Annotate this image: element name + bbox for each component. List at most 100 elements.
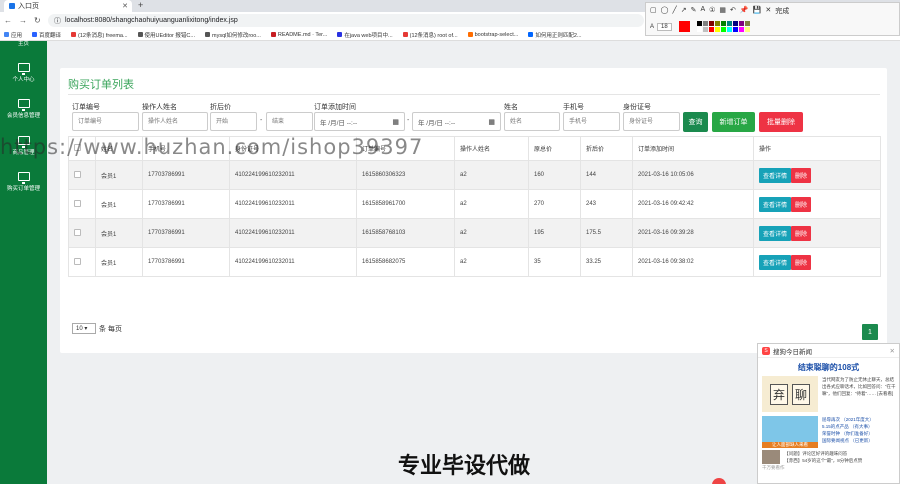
add-order-button[interactable]: 新增订单 [712, 112, 755, 132]
news-list-item[interactable]: 屈辱再次 （2021年度大） [822, 416, 898, 423]
sidebar-item-members[interactable]: 会员信息管理 [0, 99, 47, 119]
cell-total: 195 [528, 218, 581, 248]
delete-button[interactable]: 删除 [791, 167, 812, 183]
page-1-button[interactable]: 1 [862, 324, 878, 340]
color-swatch[interactable] [720, 27, 726, 32]
text-tool-icon[interactable]: A [700, 6, 705, 16]
arrow-tool-icon[interactable]: ↗ [681, 6, 687, 16]
save-icon[interactable]: 💾 [753, 6, 762, 16]
news-ad-image[interactable]: 让人面部缺人来看 [762, 416, 818, 448]
order-no-input[interactable] [72, 112, 139, 131]
cell-time: 2021-03-16 09:38:02 [632, 247, 754, 277]
view-details-button[interactable]: 查看详情 [759, 167, 792, 183]
calendar-icon[interactable]: ▦ [392, 118, 399, 126]
tab-close-icon[interactable]: ✕ [122, 2, 128, 10]
row-checkbox[interactable] [74, 199, 81, 207]
reload-icon[interactable]: ↻ [34, 16, 41, 25]
view-details-button[interactable]: 查看详情 [759, 225, 792, 241]
idcard-input[interactable] [623, 112, 680, 131]
row-select-cell[interactable] [68, 189, 96, 219]
new-tab-button[interactable]: + [138, 0, 143, 11]
font-size-select[interactable]: 18 [657, 22, 672, 31]
search-button[interactable]: 查询 [683, 112, 708, 132]
color-swatch[interactable] [738, 27, 744, 32]
delete-button[interactable]: 删除 [791, 225, 812, 241]
back-icon[interactable]: ← [4, 16, 12, 25]
phone-input[interactable] [563, 112, 620, 131]
line-tool-icon[interactable]: ╱ [672, 6, 676, 16]
undo-icon[interactable]: ↶ [730, 6, 736, 16]
delete-button[interactable]: 删除 [791, 196, 812, 212]
color-swatch[interactable] [726, 27, 732, 32]
color-swatch[interactable] [702, 27, 708, 32]
row-checkbox[interactable] [74, 170, 81, 178]
color-swatch[interactable] [732, 27, 738, 32]
news-list-item[interactable]: 荣誉时钟 （你们准备好） [822, 430, 898, 437]
bookmark-item[interactable]: 百度翻译 [32, 31, 61, 39]
pen-tool-icon[interactable]: ✎ [691, 6, 697, 16]
browser-tab[interactable]: 入口页 ✕ [4, 0, 132, 12]
news-list-item[interactable]: 5.15的点产品 （有大事） [822, 423, 898, 430]
name-input[interactable] [504, 112, 560, 131]
delete-button[interactable]: 删除 [791, 254, 812, 270]
view-details-button[interactable]: 查看详情 [759, 196, 792, 212]
color-swatch[interactable] [738, 21, 744, 26]
mosaic-tool-icon[interactable]: ▦ [719, 6, 726, 16]
ellipse-tool-icon[interactable]: ◯ [661, 6, 669, 16]
close-icon[interactable]: ✕ [890, 347, 895, 355]
news-image[interactable]: 弃 聊 [762, 376, 818, 412]
sidebar-item-home[interactable]: 主页 [0, 39, 47, 47]
color-swatch[interactable] [714, 27, 720, 32]
finish-button[interactable]: 完成 [775, 6, 789, 16]
close-icon[interactable]: ✕ [765, 6, 771, 16]
forward-icon[interactable]: → [19, 16, 27, 25]
row-select-cell[interactable] [68, 247, 96, 277]
row-checkbox[interactable] [74, 257, 81, 265]
calendar-icon[interactable]: ▦ [488, 118, 495, 126]
color-swatch[interactable] [744, 27, 750, 32]
color-swatch[interactable] [720, 21, 726, 26]
news-foot-item[interactable]: 【赤西】54岁的这个“最”，8分钟后点赞 [784, 458, 862, 463]
discount-end-input[interactable] [266, 112, 313, 131]
discount-start-input[interactable] [210, 112, 257, 131]
color-swatch[interactable] [702, 21, 708, 26]
page-size-select[interactable]: 10 ▾ [72, 323, 96, 334]
bookmark-item[interactable]: 如何用正则匹配2... [528, 31, 581, 39]
operator-input[interactable] [142, 112, 208, 131]
view-details-button[interactable]: 查看详情 [759, 254, 792, 270]
news-headline[interactable]: 结束聪聊的108式 [758, 362, 899, 373]
bookmark-item[interactable]: README.md · Ter... [270, 32, 327, 38]
number-tool-icon[interactable]: ① [709, 6, 715, 16]
color-swatch[interactable] [708, 27, 714, 32]
rect-tool-icon[interactable]: ▢ [650, 6, 657, 16]
batch-delete-button[interactable]: 批量删除 [759, 112, 803, 132]
color-swatch[interactable] [714, 21, 720, 26]
bookmark-item[interactable]: mysql如何修改roo... [204, 31, 261, 39]
color-swatch[interactable] [744, 21, 750, 26]
bookmark-item[interactable]: (12条消息) root of... [402, 31, 458, 39]
color-swatch[interactable] [696, 21, 702, 26]
bookmark-item[interactable]: 使用UEditor 报错C... [137, 31, 195, 39]
color-swatch[interactable] [726, 21, 732, 26]
news-thumb[interactable] [762, 450, 780, 464]
color-swatch[interactable] [708, 21, 714, 26]
news-foot-item[interactable]: 【问题】评论区好评的趣味问答 [784, 451, 847, 456]
row-select-cell[interactable] [68, 160, 96, 190]
current-color-swatch[interactable] [678, 21, 690, 32]
bookmark-item[interactable]: 应用 [4, 31, 22, 39]
row-select-cell[interactable] [68, 218, 96, 248]
url-field[interactable]: ⓘ localhost:8080/shangchaohuiyuanguanlix… [48, 14, 644, 27]
bookmark-item[interactable]: 在java web项目中... [337, 31, 393, 39]
color-swatch[interactable] [732, 21, 738, 26]
color-palette[interactable] [696, 21, 750, 32]
news-list-item[interactable]: 国际要闻视点 （已更新） [822, 437, 898, 444]
bookmark-item[interactable]: bootstrap-select... [467, 32, 518, 38]
row-checkbox[interactable] [74, 228, 81, 236]
pin-icon[interactable]: 📌 [740, 6, 749, 16]
date-start-input[interactable]: 年 /月/日 --:-- ▦ [314, 112, 405, 131]
color-swatch[interactable] [696, 27, 702, 32]
bookmark-item[interactable]: (12条消息) freema... [71, 31, 128, 39]
date-end-input[interactable]: 年 /月/日 --:-- ▦ [412, 112, 501, 131]
sidebar-item-personal[interactable]: 个人中心 [0, 63, 47, 83]
sidebar-item-orders[interactable]: 购买订单管理 [0, 172, 47, 192]
